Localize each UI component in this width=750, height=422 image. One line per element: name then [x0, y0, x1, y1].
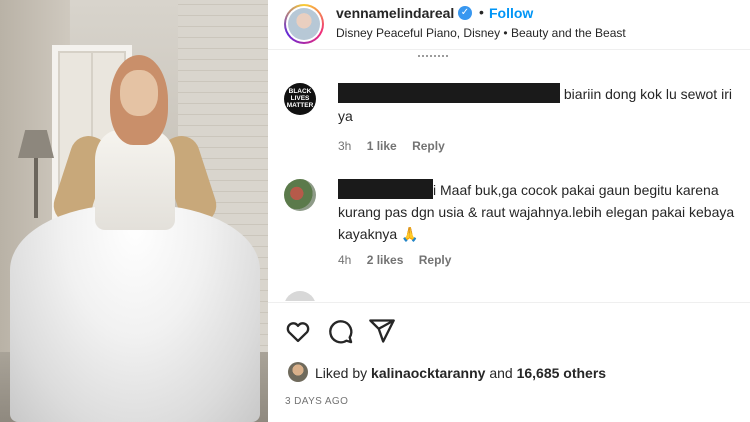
avatar-image — [288, 8, 320, 40]
photo-face — [120, 70, 158, 116]
separator-dot: • — [479, 4, 484, 20]
comment-time: 3h — [338, 139, 352, 153]
comments-list[interactable]: BLACK LIVES MATTER biariin dong kok lu s… — [268, 51, 750, 301]
photo-gown — [10, 205, 260, 422]
heart-icon[interactable] — [284, 317, 312, 345]
post-date[interactable]: 3 DAYS AGO — [285, 396, 348, 407]
comment-likes[interactable]: 2 likes — [367, 253, 404, 267]
username[interactable]: vennamelindareal — [336, 5, 454, 21]
comment-text: biariin dong kok lu sewot iri ya — [338, 83, 748, 127]
previous-comment-tail — [418, 51, 448, 57]
comment-text: i Maaf buk,ga cocok pakai gaun begitu ka… — [338, 179, 748, 245]
comment-meta: 3h 1 like Reply — [338, 139, 457, 153]
commenter-avatar[interactable]: BLACK LIVES MATTER — [284, 83, 316, 115]
profile-avatar[interactable] — [284, 4, 324, 44]
action-bar — [268, 302, 750, 357]
commenter-avatar[interactable] — [284, 291, 316, 301]
redacted-username — [338, 179, 433, 199]
photo-bodice — [95, 130, 175, 230]
likes-middle: and — [485, 365, 517, 381]
comment-meta: 4h 2 likes Reply — [338, 253, 463, 267]
liker-avatar[interactable] — [288, 362, 308, 382]
reply-button[interactable]: Reply — [419, 253, 452, 267]
share-icon[interactable] — [368, 317, 396, 345]
post-header: vennamelindareal ✓ • Follow Disney Peace… — [268, 0, 750, 50]
post-panel: vennamelindareal ✓ • Follow Disney Peace… — [268, 0, 750, 422]
likes-text: Liked by kalinaocktaranny and 16,685 oth… — [315, 365, 606, 381]
avatar-inner — [286, 6, 322, 42]
liker-username[interactable]: kalinaocktaranny — [371, 365, 485, 381]
photo-lamp-stand — [34, 158, 38, 218]
redacted-username — [338, 83, 560, 103]
verified-badge-icon: ✓ — [458, 6, 472, 20]
likes-others[interactable]: 16,685 others — [517, 365, 607, 381]
reply-button[interactable]: Reply — [412, 139, 445, 153]
comment-likes[interactable]: 1 like — [367, 139, 397, 153]
audio-attribution[interactable]: Disney Peaceful Piano, Disney • Beauty a… — [336, 26, 626, 40]
follow-button[interactable]: Follow — [489, 5, 533, 21]
post-image[interactable] — [0, 0, 268, 422]
commenter-avatar[interactable] — [284, 179, 316, 211]
likes-prefix: Liked by — [315, 365, 372, 381]
avatar-text: BLACK LIVES MATTER — [286, 88, 314, 109]
comment-icon[interactable] — [326, 317, 354, 345]
comment-time: 4h — [338, 253, 352, 267]
